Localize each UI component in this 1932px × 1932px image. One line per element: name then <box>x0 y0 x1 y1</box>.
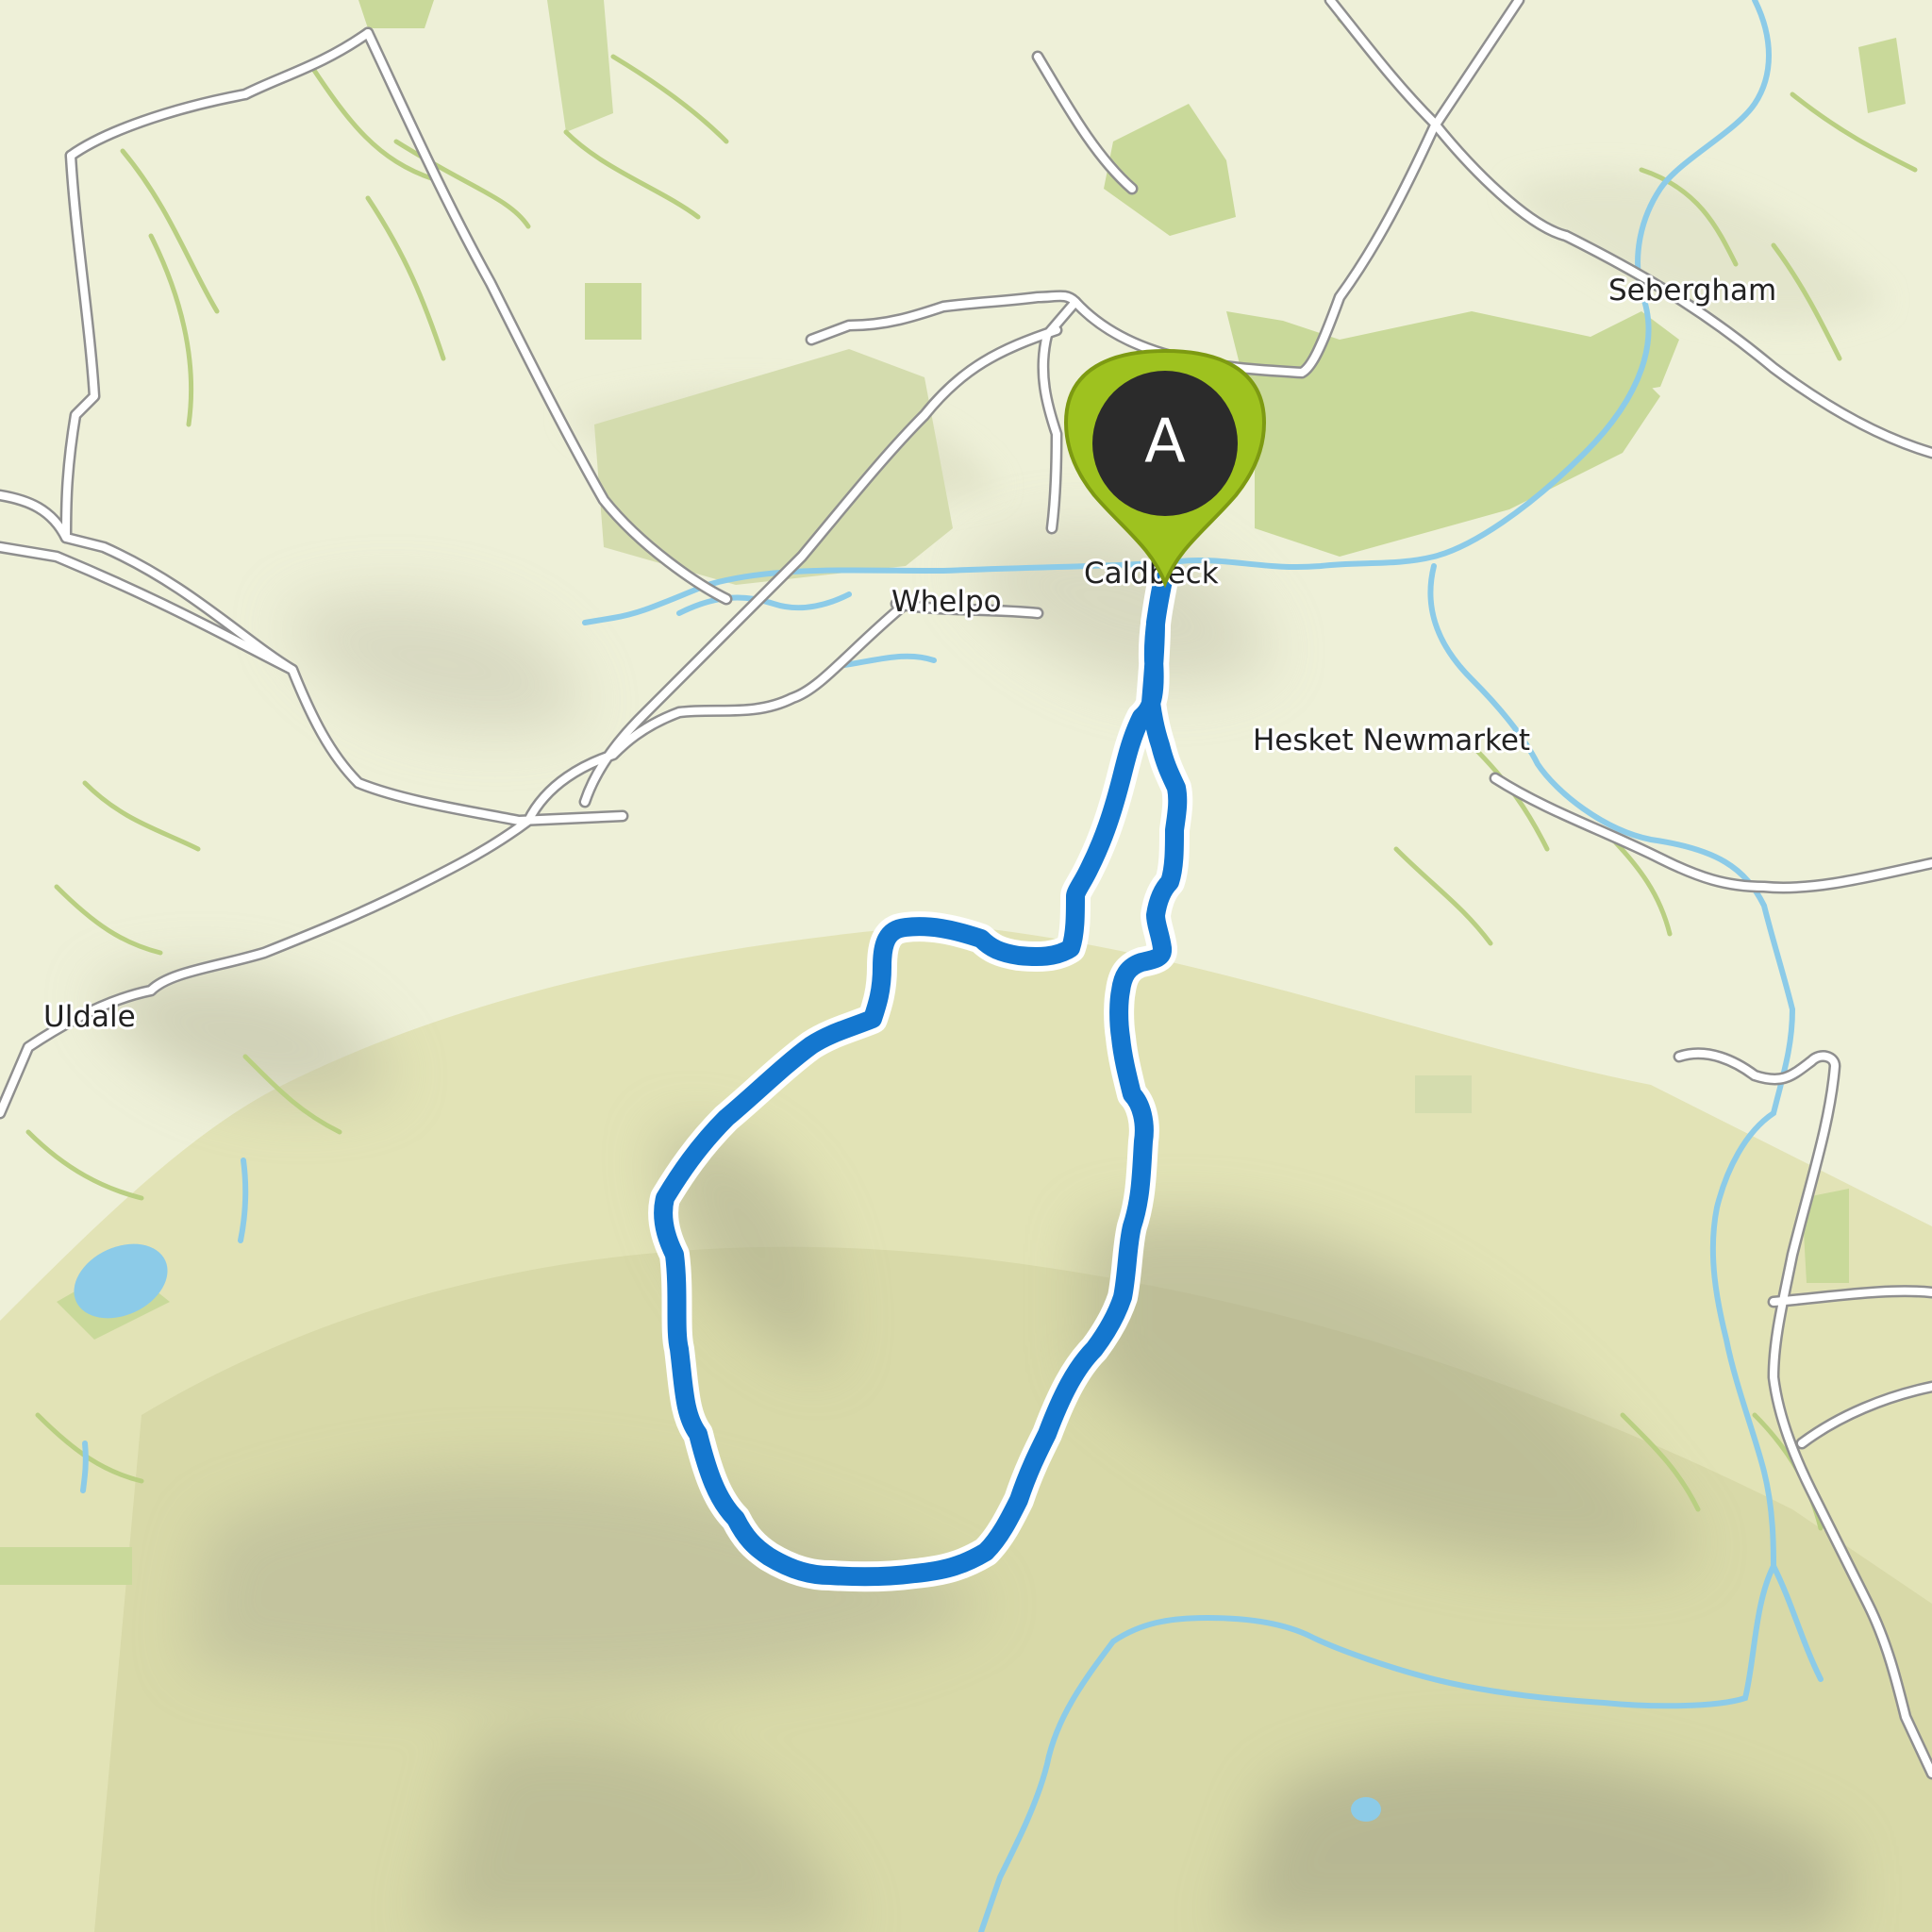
place-label-whelpo: Whelpo <box>891 585 1002 619</box>
place-label-caldbeck: Caldbeck <box>1084 557 1219 591</box>
place-label-hesket-newmarket: Hesket Newmarket <box>1253 724 1530 758</box>
map-canvas[interactable]: Sebergham Caldbeck Whelpo Hesket Newmark… <box>0 0 1932 1932</box>
start-marker-letter: A <box>1144 408 1186 477</box>
place-label-uldale: Uldale <box>43 1000 136 1034</box>
place-label-sebergham: Sebergham <box>1608 274 1776 308</box>
